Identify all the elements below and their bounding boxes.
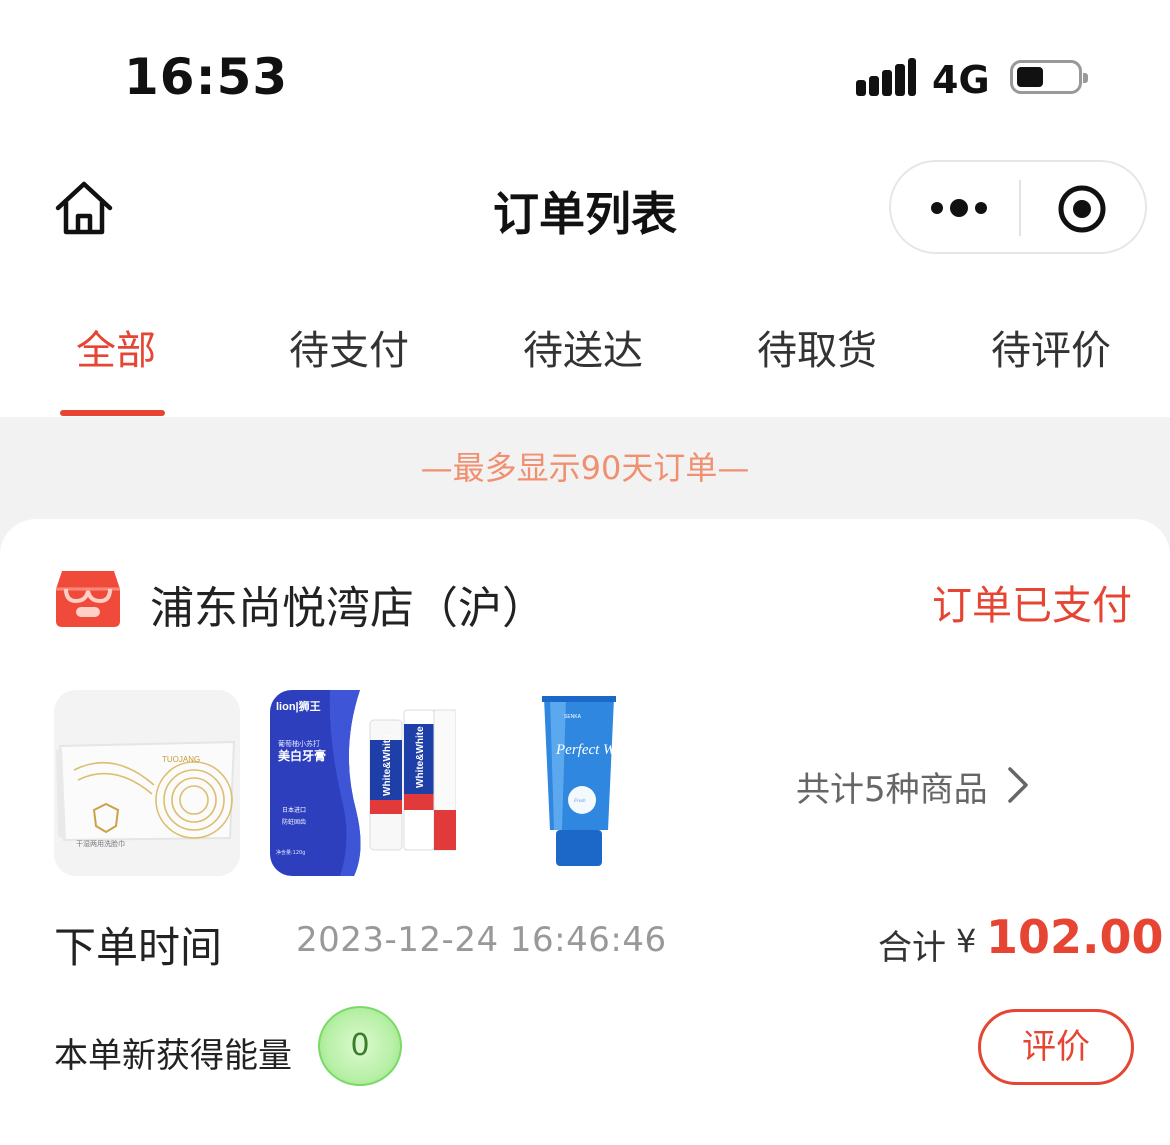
review-button[interactable]: 评价 bbox=[978, 1009, 1134, 1085]
svg-text:White&White: White&White bbox=[382, 734, 393, 796]
miniprogram-capsule bbox=[889, 160, 1147, 254]
svg-text:Fresh: Fresh bbox=[573, 799, 586, 804]
signal-icon bbox=[856, 58, 916, 96]
battery-icon bbox=[1010, 60, 1088, 94]
order-status: 订单已支付 bbox=[932, 583, 1132, 629]
network-type: 4G bbox=[932, 58, 990, 102]
svg-text:日本进口: 日本进口 bbox=[282, 806, 306, 814]
svg-text:防蛀固齿: 防蛀固齿 bbox=[282, 818, 306, 826]
face-wash-image: SENKA Perfect Whip Fresh bbox=[486, 690, 672, 876]
product-thumbnail[interactable]: TUOJANG 干湿两用洗脸巾 bbox=[54, 690, 240, 876]
svg-text:Perfect Whip: Perfect Whip bbox=[555, 742, 635, 758]
capsule-divider bbox=[1019, 180, 1021, 236]
tab-pending-delivery[interactable]: 待送达 bbox=[523, 318, 643, 376]
tab-pending-pickup[interactable]: 待取货 bbox=[757, 318, 877, 376]
store-icon bbox=[56, 571, 120, 627]
svg-text:葡萄柚小苏打: 葡萄柚小苏打 bbox=[278, 739, 320, 748]
product-thumbnail[interactable]: lion|狮王 葡萄柚小苏打 美白牙膏 日本进口 防蛀固齿 净含量:120g W… bbox=[270, 690, 456, 876]
item-count[interactable]: 共计5种商品 bbox=[796, 762, 988, 811]
store-name[interactable]: 浦东尚悦湾店（沪） bbox=[150, 572, 546, 636]
svg-text:净含量:120g: 净含量:120g bbox=[276, 849, 305, 856]
order-range-notice: —最多显示90天订单— bbox=[420, 449, 750, 487]
order-time-value: 2023-12-24 16:46:46 bbox=[296, 920, 667, 960]
svg-text:SENKA: SENKA bbox=[564, 714, 582, 720]
tab-pending-review[interactable]: 待评价 bbox=[991, 318, 1111, 376]
total-label: 合计 bbox=[878, 928, 946, 968]
order-time-label: 下单时间 bbox=[54, 923, 223, 972]
tab-all[interactable]: 全部 bbox=[76, 318, 156, 376]
energy-label: 本单新获得能量 bbox=[54, 1036, 292, 1076]
svg-text:White&White: White&White bbox=[415, 726, 426, 788]
svg-text:TUOJANG: TUOJANG bbox=[162, 755, 200, 764]
svg-text:美白牙膏: 美白牙膏 bbox=[278, 748, 326, 763]
target-circle-icon[interactable] bbox=[1057, 184, 1107, 234]
status-time: 16:53 bbox=[124, 48, 289, 106]
svg-text:干湿两用洗脸巾: 干湿两用洗脸巾 bbox=[76, 839, 125, 848]
tab-pending-payment[interactable]: 待支付 bbox=[289, 318, 409, 376]
tab-active-indicator bbox=[60, 410, 165, 416]
more-dots-icon[interactable] bbox=[927, 190, 991, 226]
total-amount: 102.00 bbox=[986, 910, 1164, 964]
energy-badge: 0 bbox=[318, 1006, 402, 1086]
currency-symbol: ¥ bbox=[956, 922, 977, 960]
svg-text:lion|狮王: lion|狮王 bbox=[276, 699, 321, 713]
product-thumbnail[interactable]: SENKA Perfect Whip Fresh bbox=[486, 690, 672, 876]
face-towel-image: TUOJANG 干湿两用洗脸巾 bbox=[54, 690, 240, 876]
chevron-right-icon[interactable] bbox=[1006, 765, 1030, 805]
toothpaste-image: lion|狮王 葡萄柚小苏打 美白牙膏 日本进口 防蛀固齿 净含量:120g W… bbox=[270, 690, 456, 876]
